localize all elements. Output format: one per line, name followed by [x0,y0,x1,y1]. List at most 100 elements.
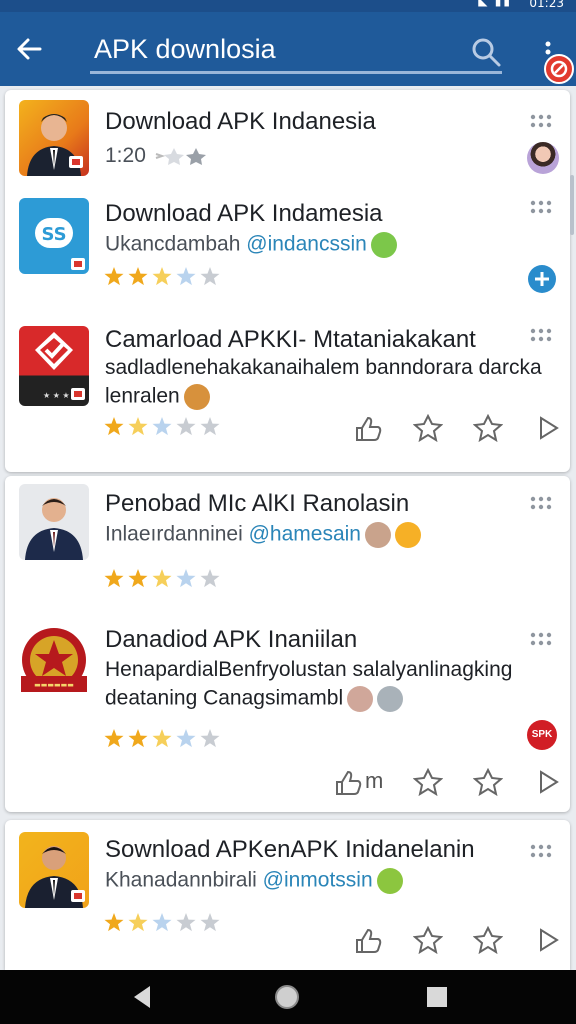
list-item[interactable]: ★ ★ ★ ★ Camarload APKKI- Mtataniakakant … [5,310,570,472]
rating-star-icon [152,267,172,286]
app-description-2: lenralen [105,384,210,410]
action-row [349,414,561,442]
user-avatar[interactable] [527,142,559,174]
app-icon-shield: ★ ★ ★ ★ [19,326,89,406]
rating-stars [104,913,220,932]
rating-star-icon [128,267,148,286]
list-item[interactable]: Sownload APKenAPK Inidanelanin Khanadann… [5,820,570,970]
more-options-icon[interactable] [529,496,553,510]
rating-star-icon [176,417,196,436]
app-description: sadladlenehakakanaihalem banndorara darc… [105,356,542,379]
action-row [349,926,561,954]
status-icons: ◣ ▮▮ [478,0,512,8]
play-icon[interactable] [533,926,563,954]
rating-star-icon [128,417,148,436]
emoji-icon [364,522,391,548]
list-item[interactable]: Download APK Indanesia 1:20 [5,90,570,186]
rating-star-icon [176,267,196,286]
rating-star-icon [176,729,196,748]
emoji-icon [376,868,403,894]
svg-text:SS: SS [41,224,66,245]
system-nav-bar [0,970,576,1024]
rating-star-icon [152,729,172,748]
list-item[interactable]: SS Download APK Indamesia Ukancdambah @i… [5,186,570,310]
app-title: Camarload APKKI- Mtataniakakant [105,326,476,353]
more-options-icon[interactable] [529,200,553,214]
more-options-icon[interactable] [529,632,553,646]
rating-star-icon [200,267,220,286]
app-description-2: deataning Canagsimambl [105,686,404,712]
rating-stars [104,267,220,286]
more-options-icon[interactable] [529,114,553,128]
status-time: 01:23 [529,0,564,10]
rating-stars [104,417,220,436]
app-badge: SPK [527,720,557,750]
app-subtitle: 1:20 [105,144,208,168]
rating-star-icon [176,569,196,588]
results-card-3: Sownload APKenAPK Inidanelanin Khanadann… [5,820,570,970]
more-options-icon[interactable] [529,328,553,342]
rating-star-icon [200,729,220,748]
play-icon[interactable] [533,414,563,442]
app-icon-photo [19,100,89,176]
app-icon-photo [19,484,89,560]
rating-star-icon [104,417,124,436]
app-title: Penobad MIc AlKI Ranolasin [105,490,410,517]
app-size: 1:20 [105,144,146,167]
nav-back-icon[interactable] [128,982,158,1012]
rating-star-icon [104,267,124,286]
star-icon[interactable] [473,414,503,442]
nav-home-icon[interactable] [272,982,302,1012]
app-developer: Inlaeırdanninei @hamesain [105,522,421,548]
action-label: m [365,768,384,793]
rating-star-icon [104,729,124,748]
action-row: m [329,768,561,796]
notification-badge-icon[interactable] [544,54,574,84]
results-card-2: Penobad MIc AlKI Ranolasin Inlaeırdannin… [5,476,570,812]
more-options-icon[interactable] [529,844,553,858]
emoji-icon [347,686,374,712]
rating-star-icon [128,729,148,748]
app-title: Danadiod APK Inaniilan [105,626,358,653]
app-bar: APK downlosia [0,12,576,86]
app-icon-logo: SS [19,198,89,274]
star-icon[interactable] [473,768,503,796]
app-developer: Khanadannbirali @inmotssin [105,868,403,894]
rating-star-icon [152,417,172,436]
star-icon[interactable] [413,768,443,796]
app-description: HenapardialBenfryolustan salalyanlinagki… [105,658,513,681]
like-icon[interactable] [333,768,363,796]
nav-recents-icon[interactable] [422,982,452,1012]
like-icon[interactable] [353,414,383,442]
status-bar: ◣ ▮▮ 01:23 [0,0,576,12]
svg-text:▬▬▬▬▬▬: ▬▬▬▬▬▬ [34,681,74,689]
list-item[interactable]: ▬▬▬▬▬▬ Danadiod APK Inaniilan Henapardia… [5,606,570,812]
results-card-1: Download APK Indanesia 1:20 SS Download … [5,90,570,472]
add-icon[interactable] [527,264,557,294]
back-arrow-icon[interactable] [12,32,46,66]
app-icon-emblem: ▬▬▬▬▬▬ [19,626,89,702]
app-developer: Ukancdambah @indancssin [105,232,397,258]
rating-star-icon [152,569,172,588]
like-icon[interactable] [353,926,383,954]
scrollbar[interactable] [570,175,574,235]
play-icon[interactable] [533,768,563,796]
rating-star-icon [104,569,124,588]
emoji-icon [370,232,397,258]
rating-star-icon [200,417,220,436]
rating-stars [104,569,220,588]
star-icon[interactable] [413,414,443,442]
app-title: Download APK Indamesia [105,200,383,227]
rating-star-icon [200,913,220,932]
emoji-icon [394,522,421,548]
list-item[interactable]: Penobad MIc AlKI Ranolasin Inlaeırdannin… [5,476,570,606]
star-icon[interactable] [413,926,443,954]
rating-star-icon [104,913,124,932]
app-title: Download APK Indanesia [105,108,376,135]
star-icon[interactable] [473,926,503,954]
emoji-icon [183,384,210,410]
rating-star-icon [152,913,172,932]
search-icon[interactable] [470,36,502,68]
app-icon-photo [19,832,89,908]
search-input[interactable]: APK downlosia [90,26,502,74]
